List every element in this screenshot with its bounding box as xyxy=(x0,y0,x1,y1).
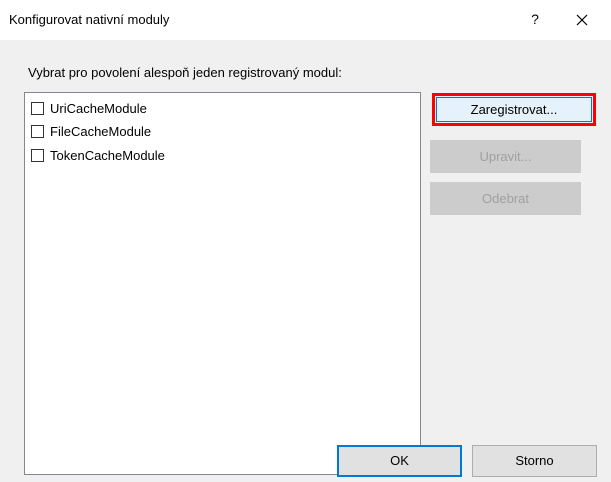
edit-button[interactable]: Upravit... xyxy=(430,140,581,173)
module-label: UriCacheModule xyxy=(50,100,147,116)
close-button[interactable] xyxy=(568,6,596,34)
module-checkbox[interactable] xyxy=(31,124,44,138)
remove-button[interactable]: Odebrat xyxy=(430,182,581,215)
module-item-tokencachemodule[interactable]: TokenCacheModule xyxy=(31,146,165,164)
configure-native-modules-dialog: Konfigurovat nativní moduly ? Vybrat pro… xyxy=(0,0,611,482)
module-item-filecachemodule[interactable]: FileCacheModule xyxy=(31,122,151,140)
module-item-uricachemodule[interactable]: UriCacheModule xyxy=(31,99,147,117)
register-button[interactable]: Zaregistrovat... xyxy=(432,93,596,126)
module-checkbox[interactable] xyxy=(31,101,44,115)
register-button-label: Zaregistrovat... xyxy=(436,97,592,122)
ok-button[interactable]: OK xyxy=(337,445,462,477)
module-list[interactable]: UriCacheModule FileCacheModule TokenCach… xyxy=(24,92,421,475)
window-title: Konfigurovat nativní moduly xyxy=(9,12,170,27)
module-label: TokenCacheModule xyxy=(50,147,165,163)
help-button[interactable]: ? xyxy=(522,6,548,32)
module-label: FileCacheModule xyxy=(50,123,152,139)
module-checkbox[interactable] xyxy=(31,148,44,162)
title-bar: Konfigurovat nativní moduly ? xyxy=(0,0,611,40)
close-icon xyxy=(576,14,588,26)
module-prompt-label: Vybrat pro povolení alespoň jeden regist… xyxy=(28,65,342,80)
cancel-button[interactable]: Storno xyxy=(472,445,597,477)
